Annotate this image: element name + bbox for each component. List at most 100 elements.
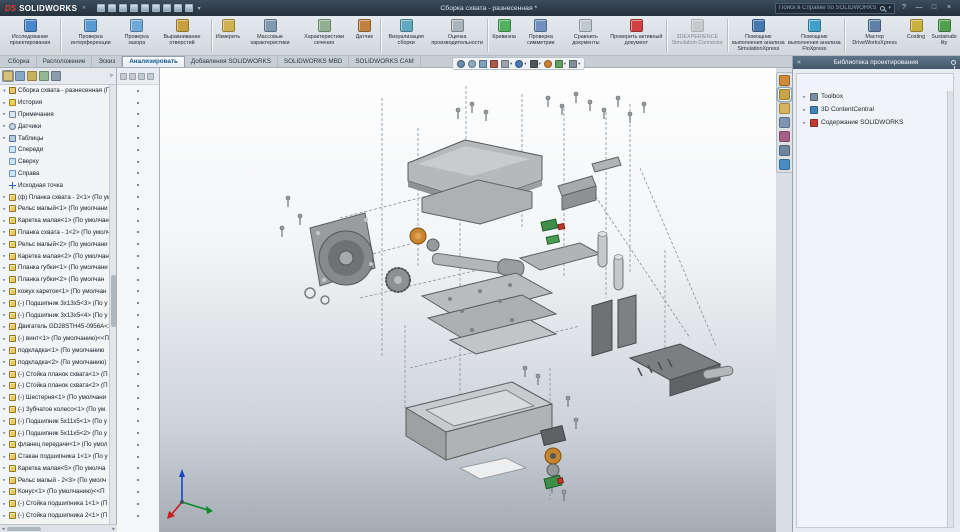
- ribbon-tool-11[interactable]: Проверка симметрии: [518, 17, 563, 54]
- close-button[interactable]: ×: [943, 0, 955, 16]
- expand-arrow-icon[interactable]: ▸: [2, 395, 7, 401]
- expand-arrow-icon[interactable]: ▸: [2, 501, 7, 507]
- tree-item-8[interactable]: Исходная точка: [0, 179, 109, 191]
- expand-arrow-icon[interactable]: ▸: [2, 371, 7, 377]
- ribbon-tool-16[interactable]: Помощник выполнения анализа FloXpress: [786, 17, 842, 54]
- expand-arrow-icon[interactable]: ▸: [2, 418, 7, 424]
- expand-arrow-icon[interactable]: ▸: [2, 347, 7, 353]
- tree-item-27[interactable]: ▸ (-) Зубчатое колесо<1> (По ум: [0, 404, 109, 416]
- headsup-zoom-area-icon[interactable]: [468, 59, 476, 68]
- expand-arrow-icon[interactable]: ▸: [802, 94, 807, 100]
- tree-item-29[interactable]: ▸ (-) Подшипник 5x11x5<2> (По у: [0, 427, 109, 439]
- expand-arrow-icon[interactable]: ▾: [2, 88, 7, 94]
- library-item-0[interactable]: ▸ Toolbox: [802, 90, 948, 103]
- forum-icon[interactable]: [779, 159, 790, 170]
- expand-arrow-icon[interactable]: ▸: [2, 135, 7, 141]
- tab-2[interactable]: Эскиз: [92, 57, 123, 67]
- ribbon-tool-3[interactable]: Выравнивание отверстий: [155, 17, 209, 54]
- headsup-hide-show-items-icon[interactable]: ▾: [529, 59, 541, 68]
- tab-1[interactable]: Расположение: [37, 57, 93, 67]
- task-pane-scrollbar[interactable]: [947, 91, 953, 527]
- tree-item-1[interactable]: ▸ История: [0, 97, 109, 109]
- tab-3[interactable]: Анализировать: [122, 56, 185, 67]
- expand-arrow-icon[interactable]: ▸: [2, 194, 7, 200]
- ribbon-tool-13[interactable]: Проверить активный документ: [608, 17, 664, 54]
- ribbon-tool-19[interactable]: Sustainability: [930, 17, 958, 54]
- feature-tree-icon[interactable]: [2, 70, 14, 82]
- tab-5[interactable]: SOLIDWORKS MBD: [278, 57, 350, 67]
- search-dropdown-icon[interactable]: ▾: [888, 5, 891, 11]
- save-icon[interactable]: [118, 4, 127, 12]
- expand-arrow-icon[interactable]: ▸: [2, 359, 7, 365]
- tree-vertical-scrollbar[interactable]: [109, 85, 116, 524]
- tree-item-32[interactable]: ▸ Каретка малая<5> (По умолча: [0, 463, 109, 475]
- ribbon-tool-4[interactable]: Измерить: [214, 17, 242, 54]
- tab-0[interactable]: Сборка: [2, 57, 37, 67]
- pin-icon[interactable]: [951, 60, 956, 69]
- expand-arrow-icon[interactable]: ▸: [2, 265, 7, 271]
- headsup-apply-scene-icon[interactable]: ▾: [554, 59, 566, 68]
- file-properties-icon[interactable]: [173, 4, 182, 12]
- expand-arrow-icon[interactable]: ▸: [2, 277, 7, 283]
- tree-item-36[interactable]: ▸ (-) Стойка подшипника 2<1> (П: [0, 510, 109, 522]
- tree-item-20[interactable]: ▸ Двигатель GD28STH45-0956A<1: [0, 321, 109, 333]
- tree-item-25[interactable]: ▸ (-) Стойка планок схвата<2> (П: [0, 380, 109, 392]
- ribbon-tool-8[interactable]: Визуализация сборки: [383, 17, 429, 54]
- headsup-section-view-icon[interactable]: [490, 59, 498, 68]
- ribbon-tool-5[interactable]: Массовые характеристики: [242, 17, 298, 54]
- headsup-view-settings-icon[interactable]: ▾: [569, 59, 580, 68]
- tree-item-6[interactable]: Сверху: [0, 156, 109, 168]
- custom-properties-icon[interactable]: [779, 145, 790, 156]
- ribbon-tool-15[interactable]: Помощник выполнения анализа SimulationXp…: [730, 17, 786, 54]
- expand-arrow-icon[interactable]: ▸: [2, 442, 7, 448]
- scrollbar-thumb[interactable]: [6, 526, 41, 531]
- tree-item-3[interactable]: ▸ Датчики: [0, 120, 109, 132]
- expand-arrow-icon[interactable]: ▸: [2, 218, 7, 224]
- solidworks-resources-icon[interactable]: [779, 75, 790, 86]
- select-icon[interactable]: [151, 4, 160, 12]
- expand-arrow-icon[interactable]: ▸: [2, 229, 7, 235]
- headsup-view-orientation-icon[interactable]: ▾: [501, 59, 512, 68]
- tree-item-18[interactable]: ▸ (-) Подшипник 3x13x5<3> (По у: [0, 297, 109, 309]
- appearances-icon[interactable]: [779, 131, 790, 142]
- tree-item-17[interactable]: ▸ кожух кареток<1> (По умолчан: [0, 286, 109, 298]
- ribbon-tool-2[interactable]: Проверка зазора: [118, 17, 155, 54]
- library-item-1[interactable]: ▸ 3D ContentCentral: [802, 103, 948, 116]
- headsup-display-style-icon[interactable]: ▾: [515, 59, 527, 68]
- headsup-edit-appearance-icon[interactable]: [543, 59, 552, 68]
- tree-horizontal-scrollbar[interactable]: ◂ ▸: [0, 524, 117, 532]
- tree-item-26[interactable]: ▸ (-) Шестерня<1> (По умолчани: [0, 392, 109, 404]
- headsup-previous-view-icon[interactable]: [479, 59, 487, 68]
- tree-item-34[interactable]: ▸ Конус<1> (По умолчанию)<<П: [0, 486, 109, 498]
- display-manager-icon[interactable]: [51, 71, 61, 81]
- tree-item-22[interactable]: ▸ подкладка<1> (По умолчанию: [0, 345, 109, 357]
- tree-item-14[interactable]: ▸ Каретка малая<2> (По умолчан: [0, 250, 109, 262]
- help-search-box[interactable]: Поиск в Справке по SOLIDWORKS ▾: [775, 2, 895, 14]
- ribbon-tool-18[interactable]: Costing: [902, 17, 930, 54]
- ribbon-tool-17[interactable]: Мастер DriveWorksXpress: [847, 17, 902, 54]
- scrollbar-thumb[interactable]: [110, 275, 116, 327]
- ribbon-tool-12[interactable]: Сравнить документы: [563, 17, 608, 54]
- expand-arrow-icon[interactable]: ▸: [2, 489, 7, 495]
- expand-arrow-icon[interactable]: ▸: [2, 454, 7, 460]
- tree-item-0[interactable]: ▾ Сборка схвата - разнесенная (По у: [0, 85, 109, 97]
- ribbon-tool-9[interactable]: Оценка производительности: [429, 17, 485, 54]
- ribbon-tool-0[interactable]: Исследование проектирования: [2, 17, 58, 54]
- tree-item-23[interactable]: ▸ подкладка<2> (По умолчанию): [0, 356, 109, 368]
- property-manager-icon[interactable]: [15, 71, 25, 81]
- tree-item-2[interactable]: ▸ Примечания: [0, 109, 109, 121]
- expand-arrow-icon[interactable]: ▸: [2, 383, 7, 389]
- ribbon-tool-1[interactable]: Проверка интерференции: [63, 17, 118, 54]
- ribbon-tool-10[interactable]: Кривизна: [490, 17, 518, 54]
- tree-item-7[interactable]: Справа: [0, 168, 109, 180]
- dimxpert-manager-icon[interactable]: [39, 71, 49, 81]
- expand-arrow-icon[interactable]: ▸: [2, 288, 7, 294]
- ribbon-tool-7[interactable]: Датчик: [350, 17, 378, 54]
- tree-item-28[interactable]: ▸ (-) Подшипник 5x11x5<1> (По у: [0, 415, 109, 427]
- tree-item-31[interactable]: ▸ Стакан подшипника 1<1> (По у: [0, 451, 109, 463]
- quick-access-expander-icon[interactable]: »: [82, 5, 85, 11]
- tab-4[interactable]: Добавления SOLIDWORKS: [185, 57, 278, 67]
- minimize-button[interactable]: —: [913, 0, 925, 16]
- tree-item-13[interactable]: ▸ Рельс малый<2> (По умолчани: [0, 238, 109, 250]
- expand-arrow-icon[interactable]: ▸: [2, 300, 7, 306]
